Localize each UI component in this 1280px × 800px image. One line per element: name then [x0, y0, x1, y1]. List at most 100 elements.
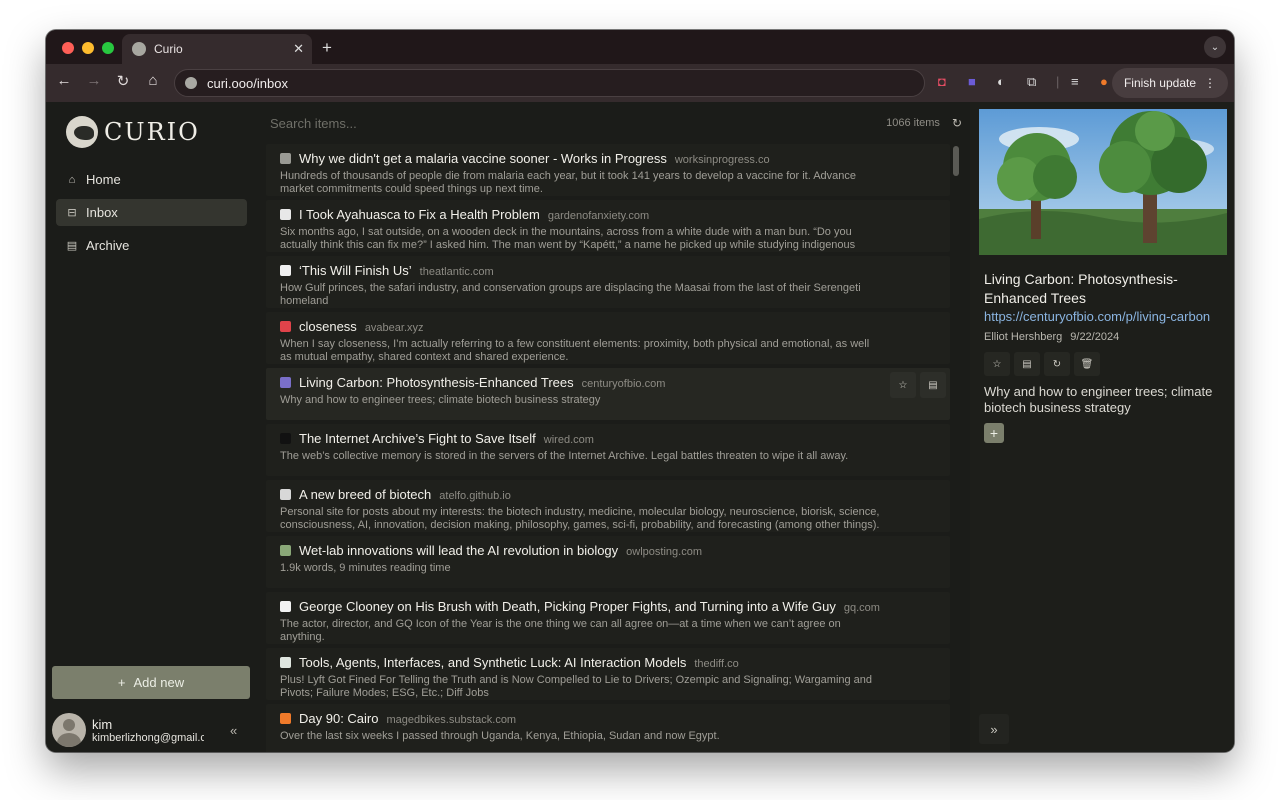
- sidebar: CURIO ⌂ Home ⊟ Inbox ▤ Archive + Add new: [46, 102, 258, 752]
- list-item-description: Over the last six weeks I passed through…: [280, 730, 720, 742]
- site-favicon-icon: [280, 545, 291, 556]
- list-item-domain: gq.com: [843, 602, 880, 614]
- kebab-menu-icon[interactable]: ⋮: [1204, 76, 1216, 90]
- sidebar-item-home[interactable]: ⌂ Home: [56, 166, 247, 193]
- list-item-description: The web’s collective memory is stored in…: [280, 450, 849, 462]
- list-item-domain: wired.com: [543, 434, 594, 446]
- list-item-title[interactable]: ‘This Will Finish Us’: [299, 263, 412, 278]
- list-item-domain: gardenofanxiety.com: [547, 210, 650, 222]
- detail-meta: Elliot Hershberg 9/22/2024: [984, 331, 1119, 343]
- list-item-header: The Internet Archive’s Fight to Save Its…: [280, 431, 938, 446]
- finish-update-button[interactable]: Finish update ⋮: [1111, 68, 1228, 98]
- new-tab-button[interactable]: +: [322, 38, 332, 58]
- favorite-star-icon[interactable]: ☆: [890, 372, 916, 398]
- list-item-description: How Gulf princes, the safari industry, a…: [280, 282, 861, 307]
- favorite-star-icon[interactable]: ☆: [984, 352, 1010, 376]
- detail-actions: ☆ ▤ ↻ 🗑: [984, 352, 1100, 376]
- maximize-window-button[interactable]: [102, 42, 114, 54]
- list-item[interactable]: A new breed of biotech atelfo.github.io Pe…: [266, 480, 950, 532]
- address-bar[interactable]: curi.ooo/inbox: [174, 69, 925, 97]
- list-item-title[interactable]: Tools, Agents, Interfaces, and Synthetic…: [299, 655, 686, 670]
- reload-button[interactable]: ↻: [113, 72, 133, 90]
- collapse-panel-icon[interactable]: »: [979, 714, 1009, 744]
- list-item-header: Tools, Agents, Interfaces, and Synthetic…: [280, 655, 938, 670]
- forward-button[interactable]: →: [84, 72, 104, 89]
- list-item[interactable]: Why we didn't get a malaria vaccine soon…: [266, 144, 950, 196]
- list-item-title[interactable]: Why we didn't get a malaria vaccine soon…: [299, 151, 667, 166]
- list-item-header: Why we didn't get a malaria vaccine soon…: [280, 151, 938, 166]
- list-item-title[interactable]: closeness: [299, 319, 357, 334]
- archive-icon: ▤: [66, 240, 78, 252]
- sidebar-item-archive[interactable]: ▤ Archive: [56, 232, 247, 259]
- pocket-icon[interactable]: ◘: [938, 74, 946, 89]
- profile-avatar-icon[interactable]: ●: [1100, 74, 1108, 89]
- archive-icon[interactable]: ▤: [1014, 352, 1040, 376]
- list-item-title[interactable]: A new breed of biotech: [299, 487, 431, 502]
- detail-author: Elliot Hershberg: [984, 331, 1063, 343]
- list-item-description: When I say closeness, I’m actually refer…: [280, 338, 870, 363]
- list-item-header: closeness avabear.xyz: [280, 319, 938, 334]
- list-item[interactable]: George Clooney on His Brush with Death, …: [266, 592, 950, 644]
- archive-icon[interactable]: ▤: [920, 372, 946, 398]
- list-item-domain: owlposting.com: [626, 546, 702, 558]
- sidebar-item-inbox[interactable]: ⊟ Inbox: [56, 199, 247, 226]
- site-info-icon[interactable]: [185, 77, 197, 89]
- trash-icon[interactable]: 🗑: [1074, 352, 1100, 376]
- back-button[interactable]: ←: [54, 72, 74, 89]
- search-row: 1066 items ↻: [270, 114, 962, 132]
- list-item-description: Personal site for posts about my interes…: [280, 506, 880, 531]
- sidebar-nav: ⌂ Home ⊟ Inbox ▤ Archive: [56, 166, 247, 265]
- browser-tab[interactable]: Curio ✕: [122, 34, 312, 64]
- list-item[interactable]: Wet-lab innovations will lead the AI rev…: [266, 536, 950, 588]
- add-tag-button[interactable]: +: [984, 423, 1004, 443]
- minimize-window-button[interactable]: [82, 42, 94, 54]
- list-item[interactable]: The Internet Archive’s Fight to Save Its…: [266, 424, 950, 476]
- list-item-title[interactable]: The Internet Archive’s Fight to Save Its…: [299, 431, 536, 446]
- item-count: 1066 items: [886, 117, 940, 129]
- list-item[interactable]: Living Carbon: Photosynthesis-Enhanced T…: [266, 368, 950, 420]
- site-favicon-icon: [280, 209, 291, 220]
- list-item[interactable]: Day 90: Cairo magedbikes.substack.com Over…: [266, 704, 950, 752]
- sidebar-item-label: Archive: [86, 238, 130, 253]
- refresh-icon[interactable]: ↻: [1044, 352, 1070, 376]
- inbox-list-pane: 1066 items ↻ Why we didn't get a malaria…: [258, 102, 970, 752]
- toolbar-divider: |: [1056, 74, 1060, 89]
- refresh-icon[interactable]: ↻: [952, 116, 962, 130]
- collapse-sidebar-icon[interactable]: «: [230, 723, 237, 738]
- tab-close-icon[interactable]: ✕: [293, 41, 304, 57]
- detail-link[interactable]: https://centuryofbio.com/p/living-carbon: [984, 309, 1210, 324]
- browser-toolbar: ← → ↻ ⌂ curi.ooo/inbox ◘ ■ ◐ ⧉ | ≡ ● Fin…: [46, 64, 1234, 102]
- add-new-button[interactable]: + Add new: [52, 666, 250, 699]
- list-item-title[interactable]: I Took Ayahuasca to Fix a Health Problem: [299, 207, 540, 222]
- extensions-puzzle-icon[interactable]: ⧉: [1027, 74, 1036, 90]
- list-item[interactable]: Tools, Agents, Interfaces, and Synthetic…: [266, 648, 950, 700]
- list-item[interactable]: ‘This Will Finish Us’ theatlantic.com How …: [266, 256, 950, 308]
- finish-update-label: Finish update: [1123, 76, 1196, 90]
- cart-extension-icon[interactable]: ■: [968, 74, 976, 89]
- article-hero-image: [979, 109, 1227, 255]
- list-item-title[interactable]: Day 90: Cairo: [299, 711, 378, 726]
- list-item[interactable]: closeness avabear.xyz When I say closeness…: [266, 312, 950, 364]
- site-favicon-icon: [280, 153, 291, 164]
- site-favicon-icon: [280, 377, 291, 388]
- list-item-title[interactable]: Living Carbon: Photosynthesis-Enhanced T…: [299, 375, 574, 390]
- list-item[interactable]: I Took Ayahuasca to Fix a Health Problem…: [266, 200, 950, 252]
- sidebar-item-label: Home: [86, 172, 121, 187]
- site-favicon-icon: [280, 713, 291, 724]
- tab-strip: Curio ✕ + ⌄: [46, 30, 1234, 64]
- list-item-description: Plus! Lyft Got Fined For Telling the Tru…: [280, 674, 873, 699]
- close-window-button[interactable]: [62, 42, 74, 54]
- reading-list-icon[interactable]: ≡: [1071, 74, 1079, 89]
- curio-extension-icon[interactable]: ◐: [997, 74, 1005, 89]
- plus-icon: +: [117, 675, 126, 690]
- home-browser-button[interactable]: ⌂: [143, 72, 163, 89]
- search-input[interactable]: [270, 115, 887, 131]
- tab-search-button[interactable]: ⌄: [1204, 36, 1226, 58]
- curio-logo[interactable]: CURIO: [66, 116, 200, 148]
- list-item-title[interactable]: George Clooney on His Brush with Death, …: [299, 599, 836, 614]
- user-profile[interactable]: kim kimberlizhong@gmail.com «: [52, 712, 250, 748]
- item-detail-panel: Living Carbon: Photosynthesis-Enhanced T…: [970, 102, 1234, 752]
- list-scrollbar[interactable]: [953, 146, 959, 176]
- avatar[interactable]: [52, 713, 86, 747]
- list-item-title[interactable]: Wet-lab innovations will lead the AI rev…: [299, 543, 618, 558]
